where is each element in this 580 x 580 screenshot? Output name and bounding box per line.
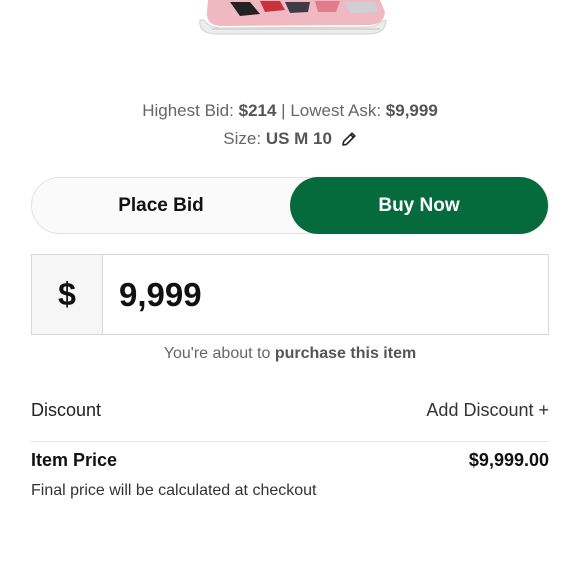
size-label: Size: (223, 129, 262, 148)
purchase-notice-emphasis: purchase this item (274, 345, 417, 362)
divider (31, 441, 549, 442)
lowest-ask-value: $9,999 (385, 101, 438, 120)
currency-symbol: $ (32, 255, 103, 334)
bid-ask-summary: Highest Bid: $214 | Lowest Ask: $9,999 (0, 101, 580, 121)
buy-now-tab[interactable]: Buy Now (290, 177, 548, 234)
bid-ask-separator: | (281, 101, 286, 120)
lowest-ask-label: Lowest Ask: (290, 101, 382, 120)
pencil-icon[interactable] (341, 131, 357, 152)
sneaker-icon (199, 0, 387, 35)
final-price-note: Final price will be calculated at checko… (31, 482, 317, 499)
purchase-notice-prefix: You're about to (163, 345, 271, 362)
place-bid-tab[interactable]: Place Bid (32, 178, 290, 233)
product-image (190, 0, 390, 40)
bid-buy-toggle: Place Bid Buy Now (31, 177, 549, 234)
item-price-value: $9,999.00 (468, 450, 549, 470)
size-value: US M 10 (265, 129, 332, 148)
discount-row: Discount Add Discount + (31, 400, 549, 426)
item-price-label: Item Price (31, 450, 118, 470)
price-input-box[interactable]: $ 9,999 (31, 254, 549, 335)
size-selector[interactable]: Size: US M 10 (0, 129, 580, 152)
price-input[interactable]: 9,999 (119, 255, 202, 334)
highest-bid-label: Highest Bid: (142, 101, 234, 120)
discount-label: Discount (31, 400, 102, 420)
highest-bid-value: $214 (238, 101, 277, 120)
add-discount-link[interactable]: Add Discount + (426, 400, 549, 421)
purchase-notice: You're about to purchase this item (0, 345, 580, 363)
